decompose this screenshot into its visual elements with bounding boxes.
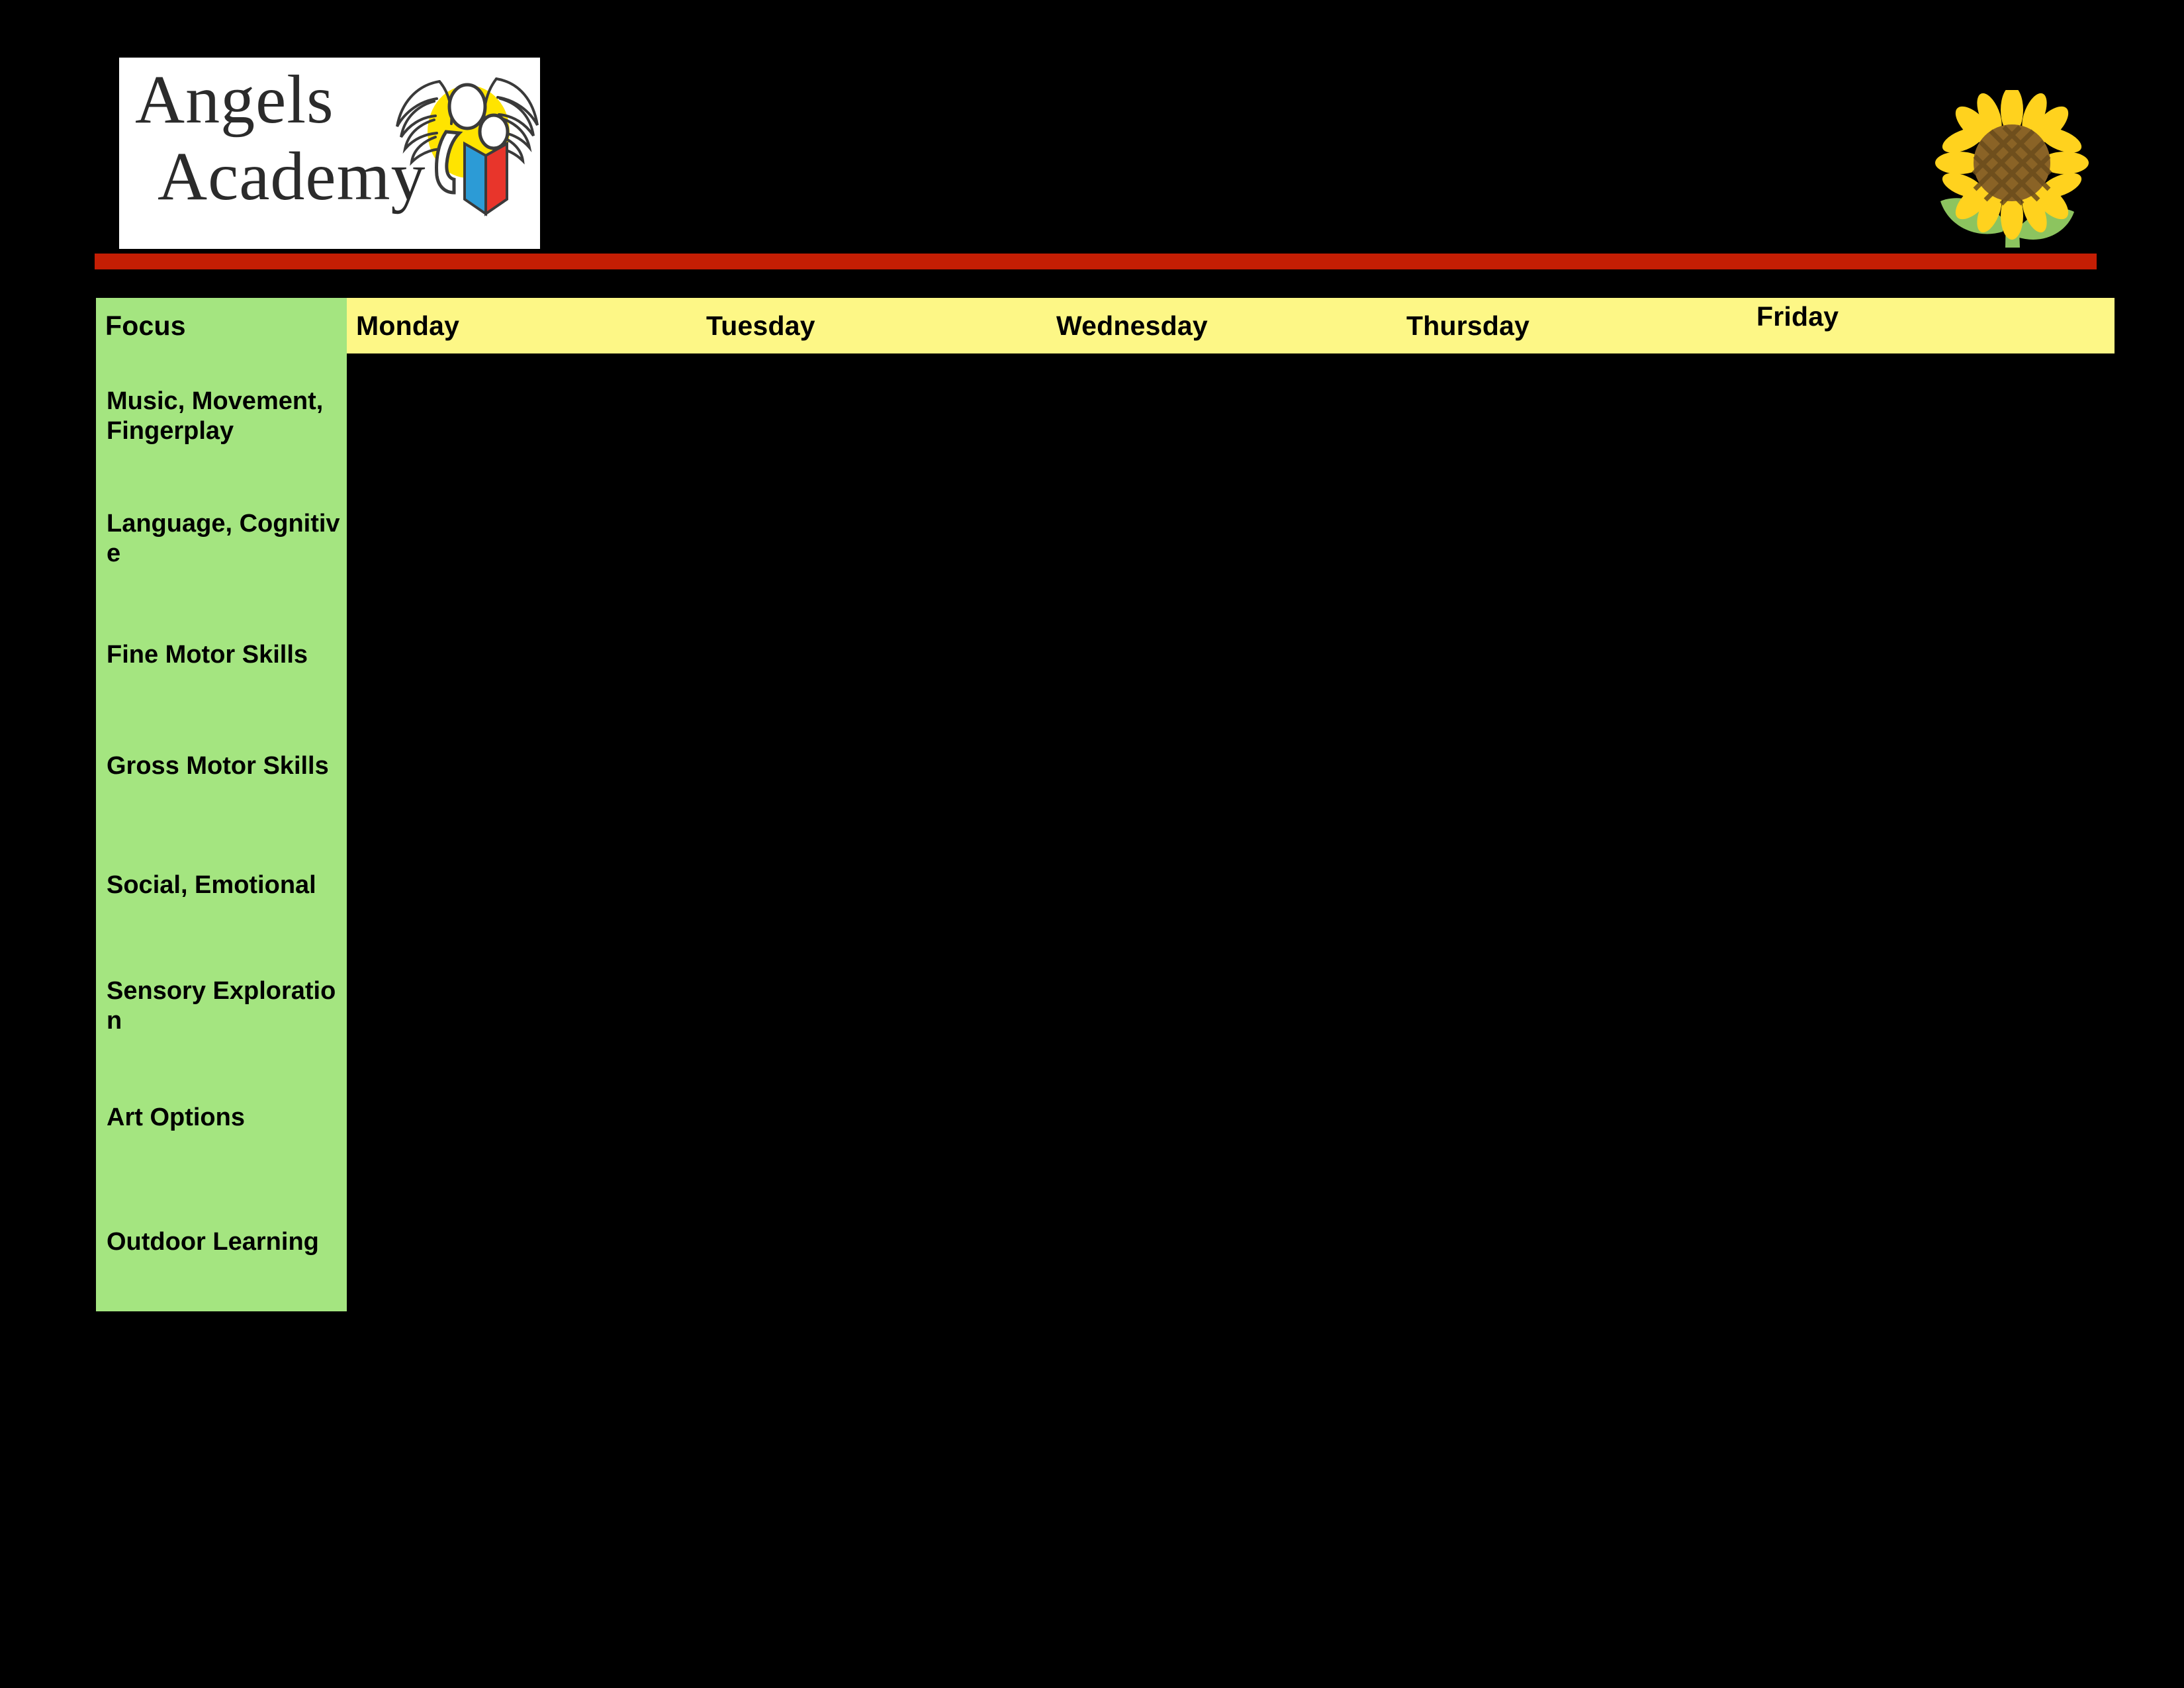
table-row: Art Options [96, 1063, 2115, 1172]
cell-outdoor-tuesday[interactable] [697, 1172, 1047, 1311]
cell-art-wednesday[interactable] [1047, 1063, 1397, 1172]
cell-outdoor-thursday[interactable] [1397, 1172, 1747, 1311]
cell-social-monday[interactable] [347, 821, 697, 949]
table-row: Gross Motor Skills [96, 711, 2115, 821]
table-row: Fine Motor Skills [96, 598, 2115, 711]
sunflower-icon [1935, 90, 2089, 248]
table-header-row: Focus Monday Tuesday Wednesday Thursday … [96, 298, 2115, 353]
cell-art-friday[interactable] [1747, 1063, 2115, 1172]
cell-fine-motor-tuesday[interactable] [697, 598, 1047, 711]
cell-art-monday[interactable] [347, 1063, 697, 1172]
cell-fine-motor-thursday[interactable] [1397, 598, 1747, 711]
cell-sensory-thursday[interactable] [1397, 949, 1747, 1063]
cell-gross-motor-monday[interactable] [347, 711, 697, 821]
cell-language-tuesday[interactable] [697, 479, 1047, 598]
logo-wordmark: Angels Academy [135, 62, 426, 247]
cell-music-tuesday[interactable] [697, 353, 1047, 479]
focus-label-sensory-exploration: Sensory Exploration [96, 949, 347, 1063]
cell-outdoor-monday[interactable] [347, 1172, 697, 1311]
cell-music-monday[interactable] [347, 353, 697, 479]
column-header-wednesday: Wednesday [1047, 298, 1397, 353]
table-row: Sensory Exploration [96, 949, 2115, 1063]
focus-label-outdoor-learning: Outdoor Learning [96, 1172, 347, 1311]
table-row: Language, Cognitive [96, 479, 2115, 598]
focus-label-gross-motor-skills: Gross Motor Skills [96, 711, 347, 821]
page-header: Angels Academy [0, 0, 2184, 278]
logo: Angels Academy [119, 58, 540, 249]
cell-outdoor-friday[interactable] [1747, 1172, 2115, 1311]
column-header-wednesday-label: Wednesday [1056, 310, 1208, 341]
focus-label-art-options: Art Options [96, 1063, 347, 1172]
cell-language-monday[interactable] [347, 479, 697, 598]
cell-music-wednesday[interactable] [1047, 353, 1397, 479]
cell-music-thursday[interactable] [1397, 353, 1747, 479]
column-header-tuesday: Tuesday [697, 298, 1047, 353]
cell-art-tuesday[interactable] [697, 1063, 1047, 1172]
cell-art-thursday[interactable] [1397, 1063, 1747, 1172]
column-header-focus-label: Focus [105, 310, 186, 341]
cell-gross-motor-wednesday[interactable] [1047, 711, 1397, 821]
cell-sensory-wednesday[interactable] [1047, 949, 1397, 1063]
cell-language-thursday[interactable] [1397, 479, 1747, 598]
table-row: Outdoor Learning [96, 1172, 2115, 1311]
focus-label-music-movement-fingerplay: Music, Movement, Fingerplay [96, 353, 347, 479]
cell-music-friday[interactable] [1747, 353, 2115, 479]
focus-label-fine-motor-skills: Fine Motor Skills [96, 598, 347, 711]
cell-social-friday[interactable] [1747, 821, 2115, 949]
column-header-thursday: Thursday [1397, 298, 1747, 353]
cell-fine-motor-monday[interactable] [347, 598, 697, 711]
header-divider [95, 254, 2097, 269]
table-row: Social, Emotional [96, 821, 2115, 949]
cell-language-friday[interactable] [1747, 479, 2115, 598]
cell-language-wednesday[interactable] [1047, 479, 1397, 598]
cell-gross-motor-tuesday[interactable] [697, 711, 1047, 821]
cell-gross-motor-thursday[interactable] [1397, 711, 1747, 821]
column-header-tuesday-label: Tuesday [706, 310, 815, 341]
column-header-thursday-label: Thursday [1406, 310, 1530, 341]
cell-sensory-friday[interactable] [1747, 949, 2115, 1063]
cell-sensory-tuesday[interactable] [697, 949, 1047, 1063]
cell-social-wednesday[interactable] [1047, 821, 1397, 949]
cell-social-tuesday[interactable] [697, 821, 1047, 949]
angel-reading-book-icon [396, 77, 539, 216]
cell-sensory-monday[interactable] [347, 949, 697, 1063]
focus-label-social-emotional: Social, Emotional [96, 821, 347, 949]
cell-social-thursday[interactable] [1397, 821, 1747, 949]
logo-wordmark-line-1: Angels [135, 62, 334, 138]
weekly-planner-table: Focus Monday Tuesday Wednesday Thursday … [96, 298, 2115, 1311]
column-header-monday-label: Monday [356, 310, 460, 341]
column-header-focus: Focus [96, 298, 347, 353]
column-header-friday: Friday [1747, 298, 2115, 353]
table-row: Music, Movement, Fingerplay [96, 353, 2115, 479]
column-header-monday: Monday [347, 298, 697, 353]
focus-label-language-cognitive: Language, Cognitive [96, 479, 347, 598]
column-header-friday-label: Friday [1756, 301, 1839, 332]
logo-wordmark-line-2: Academy [158, 138, 426, 214]
cell-outdoor-wednesday[interactable] [1047, 1172, 1397, 1311]
cell-fine-motor-wednesday[interactable] [1047, 598, 1397, 711]
cell-fine-motor-friday[interactable] [1747, 598, 2115, 711]
cell-gross-motor-friday[interactable] [1747, 711, 2115, 821]
